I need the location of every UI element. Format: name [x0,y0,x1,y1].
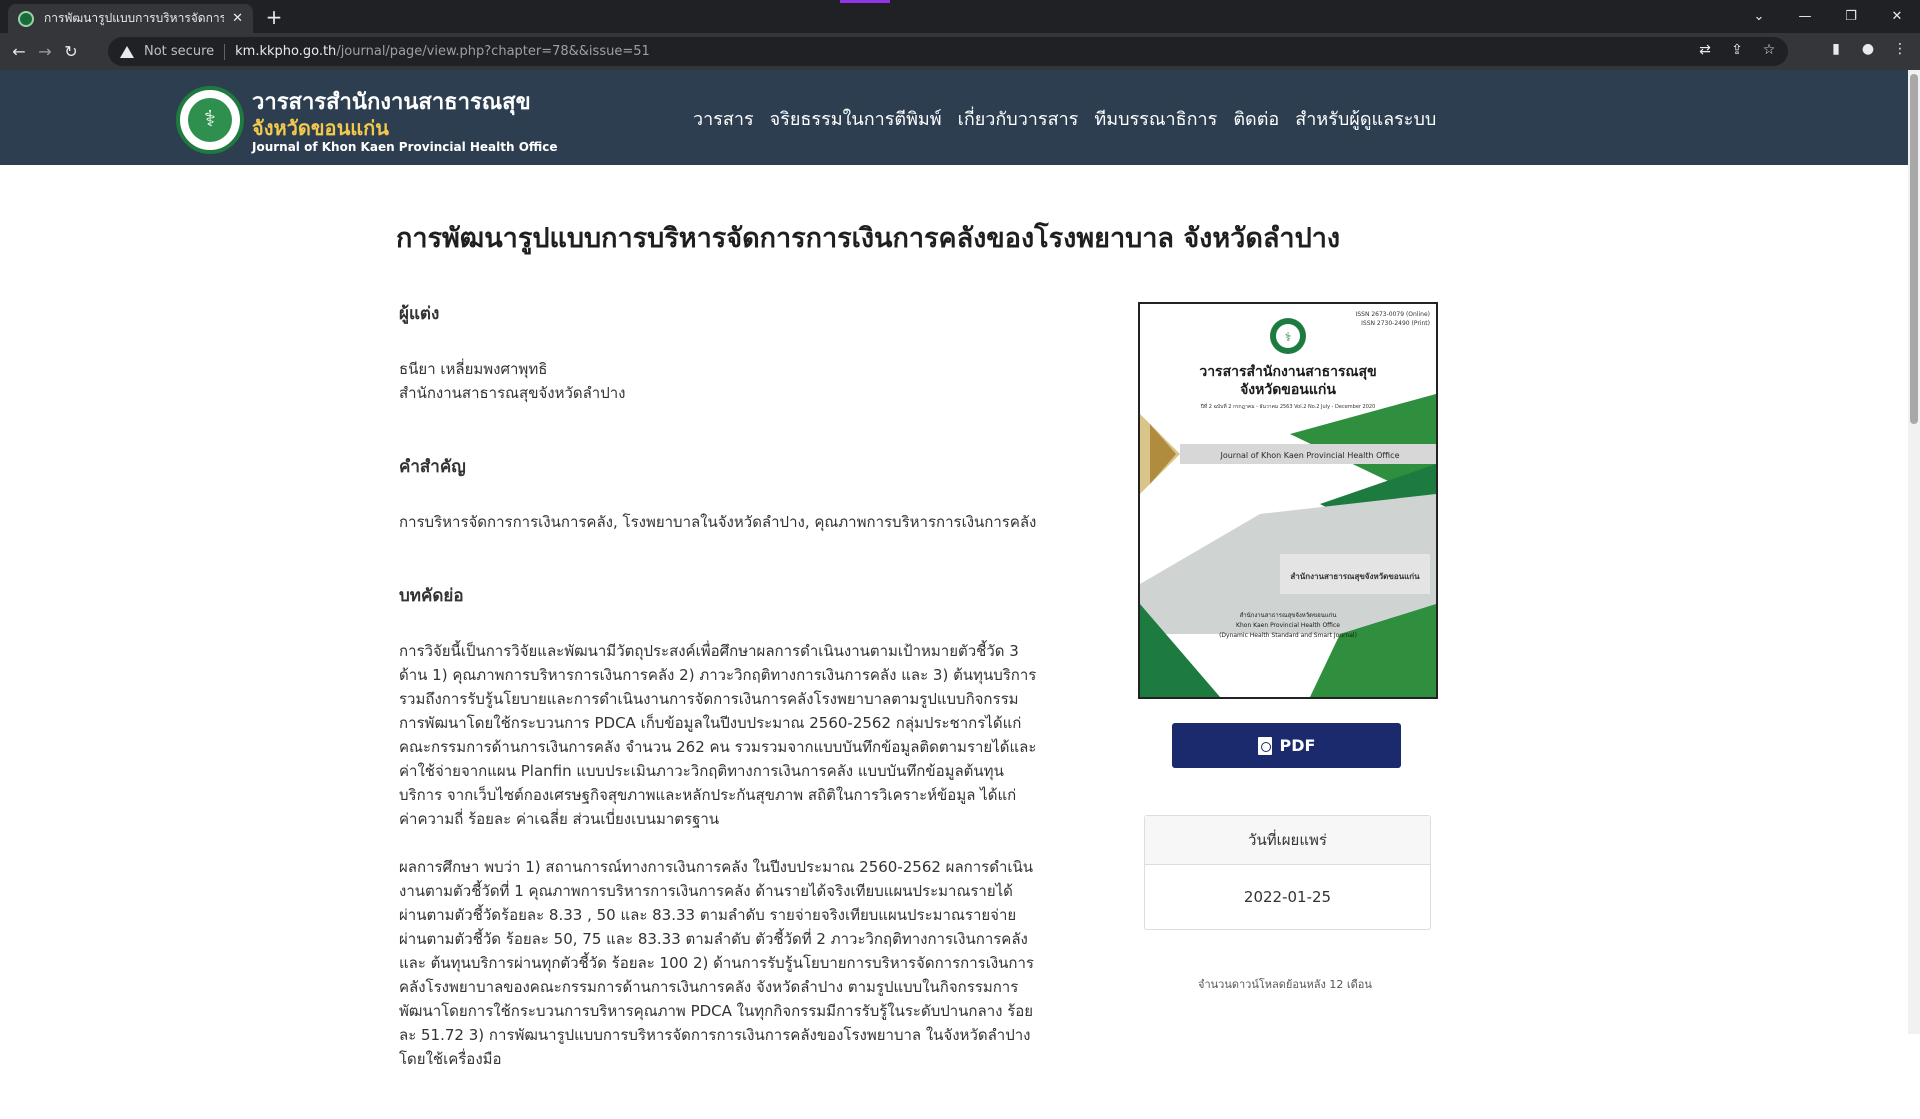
pdf-file-icon [1257,736,1272,755]
cover-footer-1: สำนักงานสาธารณสุขจังหวัดขอนแก่น [1240,612,1337,619]
not-secure-label[interactable]: Not secure [144,44,214,59]
browser-tab-active[interactable]: การพัฒนารูปแบบการบริหารจัดการการ ✕ [8,4,253,33]
nav-admin[interactable]: สำหรับผู้ดูแลระบบ [1295,104,1436,133]
publication-date-box: วันที่เผยแพร่ 2022-01-25 [1144,815,1431,930]
site-header: ⚕ วารสารสำนักงานสาธารณสุข จังหวัดขอนแก่น… [0,70,1908,165]
page-scrollbar[interactable] [1908,70,1920,1034]
translate-icon[interactable]: ⇄ [1696,42,1714,58]
cover-title-2: จังหวัดขอนแก่น [1240,382,1336,398]
pdf-button-label: PDF [1279,736,1316,755]
cover-issue-line: ปีที่ 2 ฉบับที่ 2 กรกฎาคม - ธันวาคม 2563… [1200,403,1375,410]
pdf-download-button[interactable]: PDF [1172,723,1401,768]
tab-search-icon[interactable]: ⌄ [1736,9,1782,24]
minimize-icon[interactable]: — [1782,9,1828,24]
keywords-text: การบริหารจัดการการเงินการคลัง, โรงพยาบาล… [399,513,1037,531]
omnibox-icons: ⇄ ⇪ ☆ [1696,42,1778,58]
address-bar[interactable]: Not secure km.kkpho.go.th /journal/page/… [108,37,1788,66]
article-main: ผู้แต่ง ธนียา เหลี่ยมพงศาพุทธิ สำนักงานส… [399,300,1039,1119]
tab-group-indicator [840,0,890,3]
reload-icon[interactable]: ↻ [58,39,84,65]
download-count-label: จำนวนดาวน์โหลดย้อนหลัง 12 เดือน [1198,978,1372,991]
side-panel-icon[interactable]: ▮ [1826,41,1846,57]
menu-kebab-icon[interactable]: ⋮ [1890,41,1910,57]
browser-toolbar: ← → ↻ Not secure km.kkpho.go.th /journal… [0,33,1920,70]
nav-editorial-team[interactable]: ทีมบรรณาธิการ [1094,104,1217,133]
keywords-section: คำสำคัญ การบริหารจัดการการเงินการคลัง, โ… [399,453,1039,534]
cover-issn-online: ISSN 2673-0079 (Online) [1356,311,1430,318]
back-arrow-icon[interactable]: ← [6,39,32,65]
main-nav: วารสาร จริยธรรมในการตีพิมพ์ เกี่ยวกับวาร… [693,104,1436,133]
cover-issn-print: ISSN 2730-2490 (Print) [1361,320,1430,327]
scrollbar-thumb[interactable] [1910,74,1918,424]
abstract-paragraph-2: ผลการศึกษา พบว่า 1) สถานการณ์ทางการเงินก… [399,858,1034,1068]
cover-journal-english: Journal of Khon Kaen Provincial Health O… [1219,451,1399,460]
omnibox-separator [224,43,226,60]
new-tab-button[interactable]: + [262,6,286,30]
authors-section: ผู้แต่ง ธนียา เหลี่ยมพงศาพุทธิ สำนักงานส… [399,300,1039,405]
profile-icon[interactable]: ● [1858,41,1878,57]
url-path[interactable]: /journal/page/view.php?chapter=78&&issue… [336,44,649,59]
abstract-paragraph-1: การวิจัยนี้เป็นการวิจัยและพัฒนามีวัตถุปร… [399,642,1037,828]
caduceus-icon: ⚕ [188,98,232,142]
share-icon[interactable]: ⇪ [1728,42,1746,58]
warning-triangle-icon [120,45,134,58]
cover-footer-2: Khon Kaen Provincial Health Office [1236,622,1340,629]
nav-about[interactable]: เกี่ยวกับวารสาร [958,104,1079,133]
authors-heading: ผู้แต่ง [399,304,440,324]
close-window-icon[interactable]: ✕ [1874,9,1920,24]
brand-title-english[interactable]: Journal of Khon Kaen Provincial Health O… [252,140,558,154]
restore-icon[interactable]: ❐ [1828,9,1874,24]
nav-journal[interactable]: วารสาร [693,104,754,133]
tab-close-icon[interactable]: ✕ [232,11,243,26]
author-affiliation: สำนักงานสาธารณสุขจังหวัดลำปาง [399,384,626,402]
tab-title: การพัฒนารูปแบบการบริหารจัดการการ [44,11,224,25]
url-host[interactable]: km.kkpho.go.th [235,44,336,59]
journal-cover-image: ISSN 2673-0079 (Online) ISSN 2730-2490 (… [1138,302,1438,699]
bookmark-star-icon[interactable]: ☆ [1760,42,1778,58]
abstract-section: บทคัดย่อ การวิจัยนี้เป็นการวิจัยและพัฒนา… [399,582,1039,1071]
browser-tabbar: การพัฒนารูปแบบการบริหารจัดการการ ✕ + ⌄ —… [0,0,1920,33]
journal-cover-art: ISSN 2673-0079 (Online) ISSN 2730-2490 (… [1140,304,1436,697]
toolbar-right-icons: ▮ ● ⋮ [1826,41,1910,57]
publication-date-value: 2022-01-25 [1243,888,1332,906]
keywords-heading: คำสำคัญ [399,457,466,477]
cover-title-1: วารสารสำนักงานสาธารณสุข [1199,364,1376,380]
moph-logo[interactable]: ⚕ [176,86,244,154]
site-favicon-icon [18,10,34,27]
publication-date-label: วันที่เผยแพร่ [1145,816,1430,865]
cover-footer-3: (Dynamic Health Standard and Smart Journ… [1219,632,1357,639]
cover-building-sign: สำนักงานสาธารณสุขจังหวัดขอนแก่น [1290,572,1420,582]
svg-text:⚕: ⚕ [1285,330,1292,344]
author-name: ธนียา เหลี่ยมพงศาพุทธิ [399,360,548,378]
nav-contact[interactable]: ติดต่อ [1233,104,1279,133]
abstract-heading: บทคัดย่อ [399,586,464,606]
window-controls: ⌄ — ❐ ✕ [1736,0,1920,33]
nav-ethics[interactable]: จริยธรรมในการตีพิมพ์ [770,104,942,133]
article-title: การพัฒนารูปแบบการบริหารจัดการการเงินการค… [396,223,1341,254]
forward-arrow-icon[interactable]: → [32,39,58,65]
